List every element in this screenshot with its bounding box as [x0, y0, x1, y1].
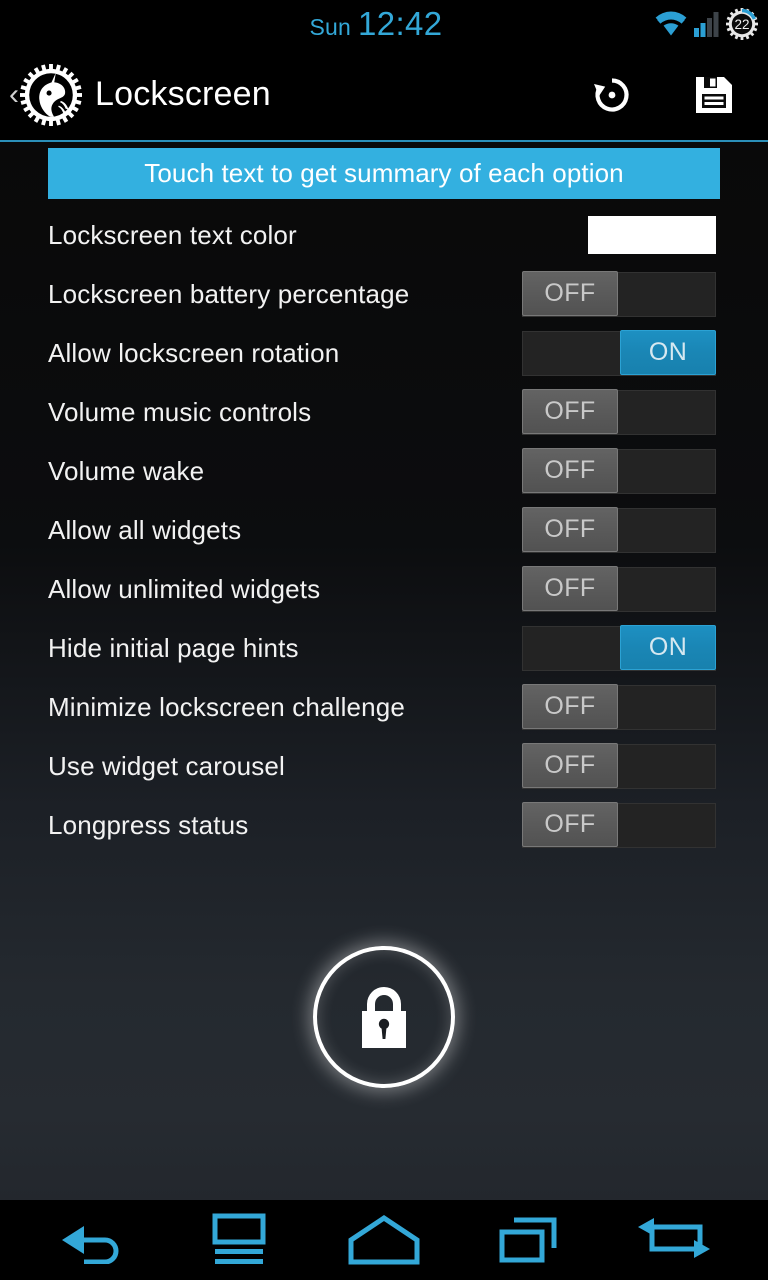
status-icons: 22 — [654, 0, 758, 48]
setting-row-volume-wake[interactable]: Volume wake OFF — [0, 442, 768, 501]
save-button[interactable] — [692, 73, 736, 117]
toggle-thumb: OFF — [522, 802, 618, 847]
color-swatch[interactable] — [588, 216, 716, 254]
switch-apps-icon — [637, 1218, 710, 1258]
setting-label[interactable]: Allow all widgets — [48, 515, 241, 546]
nav-menu-button[interactable] — [189, 1209, 289, 1271]
nav-recents-button[interactable] — [479, 1209, 579, 1271]
toggle-switch[interactable]: OFF — [522, 684, 716, 730]
setting-label[interactable]: Use widget carousel — [48, 751, 285, 782]
toggle-switch[interactable]: OFF — [522, 743, 716, 789]
toggle-switch[interactable]: OFF — [522, 802, 716, 848]
setting-label[interactable]: Volume wake — [48, 456, 204, 487]
battery-level-text: 22 — [734, 17, 749, 32]
back-chevron-icon[interactable]: ‹ — [9, 79, 19, 110]
setting-label[interactable]: Minimize lockscreen challenge — [48, 692, 405, 723]
toggle-thumb: OFF — [522, 389, 618, 434]
navigation-bar — [0, 1200, 768, 1280]
setting-row-longpress-status[interactable]: Longpress status OFF — [0, 796, 768, 855]
battery-gear-icon: 22 — [726, 8, 758, 40]
nav-switch-apps-button[interactable] — [624, 1209, 724, 1271]
toggle-switch[interactable]: OFF — [522, 389, 716, 435]
wifi-icon — [655, 11, 687, 36]
setting-row-lockscreen-text-color[interactable]: Lockscreen text color — [0, 206, 768, 265]
android-settings-screen: Sun 12:42 22 ‹ Lockscreen Touch text to … — [0, 0, 768, 1280]
toggle-thumb: ON — [620, 625, 716, 670]
lockscreen-badge — [304, 937, 464, 1097]
setting-row-lockscreen-battery-percentage[interactable]: Lockscreen battery percentage OFF — [0, 265, 768, 324]
setting-row-use-widget-carousel[interactable]: Use widget carousel OFF — [0, 737, 768, 796]
hint-banner-text: Touch text to get summary of each option — [144, 158, 624, 188]
toggle-switch[interactable]: OFF — [522, 448, 716, 494]
toggle-switch[interactable]: ON — [522, 330, 716, 376]
unicorn-gear-logo — [20, 63, 82, 126]
cellular-signal-icon — [694, 12, 719, 37]
setting-row-hide-initial-page-hints[interactable]: Hide initial page hints ON — [0, 619, 768, 678]
toggle-switch[interactable]: OFF — [522, 566, 716, 612]
toggle-thumb: OFF — [522, 684, 618, 729]
setting-label[interactable]: Hide initial page hints — [48, 633, 299, 664]
status-clock: Sun 12:42 — [309, 5, 442, 43]
clock-time: 12:42 — [357, 5, 443, 42]
back-arrow-icon — [62, 1226, 119, 1264]
restore-defaults-button[interactable] — [590, 73, 634, 117]
setting-row-minimize-lockscreen-challenge[interactable]: Minimize lockscreen challenge OFF — [0, 678, 768, 737]
toggle-thumb: OFF — [522, 507, 618, 552]
setting-row-allow-unlimited-widgets[interactable]: Allow unlimited widgets OFF — [0, 560, 768, 619]
action-bar: ‹ Lockscreen — [0, 48, 768, 141]
padlock-icon — [362, 987, 406, 1048]
save-floppy-icon — [696, 76, 732, 113]
setting-label[interactable]: Longpress status — [48, 810, 248, 841]
setting-label[interactable]: Volume music controls — [48, 397, 311, 428]
toggle-switch[interactable]: OFF — [522, 271, 716, 317]
nav-home-button[interactable] — [334, 1209, 434, 1271]
menu-icon — [212, 1213, 266, 1264]
setting-label[interactable]: Allow unlimited widgets — [48, 574, 320, 605]
toggle-switch[interactable]: OFF — [522, 507, 716, 553]
restore-defaults-icon — [594, 77, 629, 112]
settings-list: Lockscreen text color Lockscreen battery… — [0, 206, 768, 855]
hint-banner[interactable]: Touch text to get summary of each option — [48, 148, 720, 199]
toggle-switch[interactable]: ON — [522, 625, 716, 671]
clock-day: Sun — [309, 14, 351, 40]
toggle-thumb: OFF — [522, 743, 618, 788]
setting-row-volume-music-controls[interactable]: Volume music controls OFF — [0, 383, 768, 442]
nav-back-button[interactable] — [44, 1209, 144, 1271]
setting-row-allow-all-widgets[interactable]: Allow all widgets OFF — [0, 501, 768, 560]
recents-icon — [499, 1217, 557, 1263]
action-bar-buttons — [590, 73, 736, 117]
setting-row-allow-lockscreen-rotation[interactable]: Allow lockscreen rotation ON — [0, 324, 768, 383]
status-bar: Sun 12:42 22 — [0, 0, 768, 48]
page-title: Lockscreen — [95, 75, 271, 113]
setting-label[interactable]: Allow lockscreen rotation — [48, 338, 339, 369]
toggle-thumb: OFF — [522, 271, 618, 316]
toggle-thumb: OFF — [522, 448, 618, 493]
toggle-thumb: OFF — [522, 566, 618, 611]
home-icon — [348, 1214, 420, 1265]
toggle-thumb: ON — [620, 330, 716, 375]
setting-label[interactable]: Lockscreen text color — [48, 220, 297, 251]
settings-content: Touch text to get summary of each option… — [0, 142, 768, 1200]
setting-label[interactable]: Lockscreen battery percentage — [48, 279, 409, 310]
